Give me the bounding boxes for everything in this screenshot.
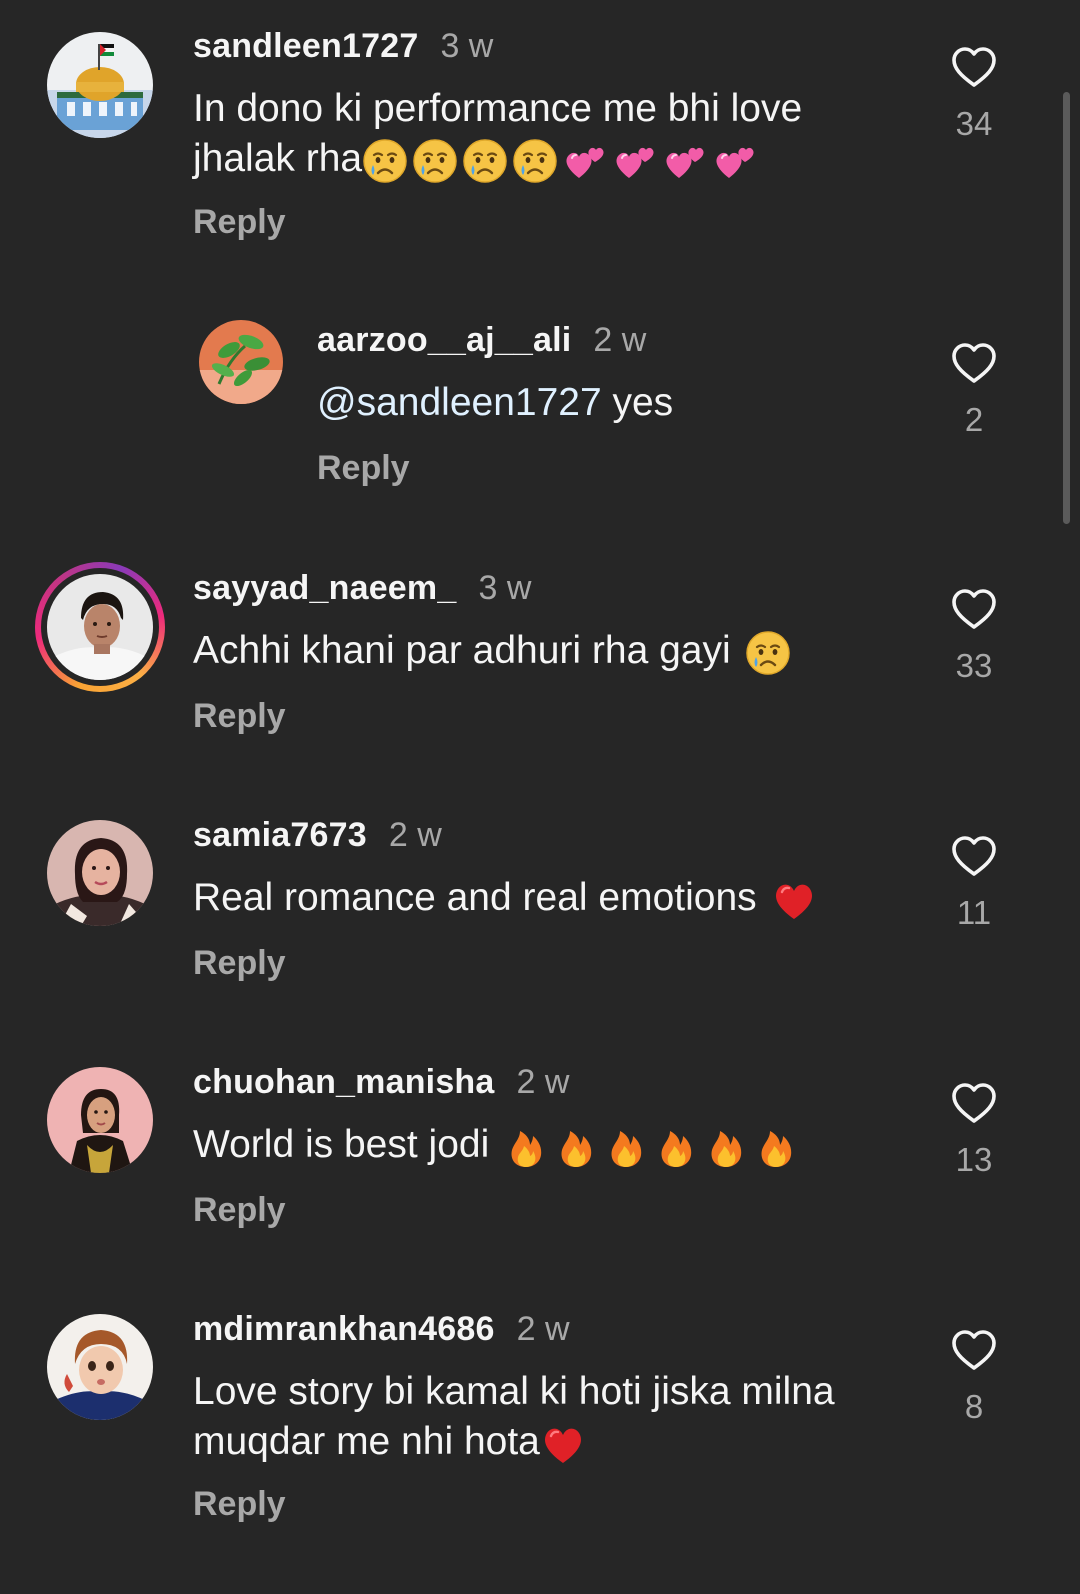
comment-text-segment: muqdar me nhi hota [193,1420,540,1463]
crying-face-icon [462,138,508,184]
crying-face-icon [412,138,458,184]
scrollbar[interactable] [1063,92,1070,524]
two-hearts-icon [712,138,758,184]
username[interactable]: sayyad_naeem_ [193,569,456,607]
reply-button[interactable]: Reply [193,202,286,242]
like-control: 2 [934,340,1014,440]
like-count: 33 [955,647,993,684]
comment-text-line: jhalak rha [193,134,802,184]
comment-text-segment: Real romance and real emotions [193,876,757,919]
two-hearts-icon [612,138,658,184]
reply-button[interactable]: Reply [193,1190,286,1230]
like-count: 34 [955,105,993,142]
comment-text-segment: jhalak rha [193,137,363,180]
comment-header: samia7673 2 w [193,815,442,855]
avatar[interactable] [47,820,153,926]
username[interactable]: chuohan_manisha [193,1063,495,1101]
comment-text-segment: World is best jodi [193,1123,490,1166]
fire-icon [703,1124,749,1170]
comment-header: sandleen1727 3 w [193,26,493,66]
comment-header: chuohan_manisha 2 w [193,1062,569,1102]
reply-button[interactable]: Reply [193,1484,286,1524]
like-count: 8 [964,1388,984,1425]
comment-text-line: Love story bi kamal ki hoti jiska milna [193,1370,835,1413]
fire-icon [603,1124,649,1170]
red-heart-icon [540,1421,586,1467]
timestamp: 3 w [440,27,494,65]
heart-outline-icon[interactable] [950,1327,998,1375]
heart-outline-icon[interactable] [950,1080,998,1128]
like-control: 34 [934,44,1014,144]
comment-header: mdimrankhan4686 2 w [193,1309,570,1349]
fire-icon [553,1124,599,1170]
comment-text: World is best jodi [193,1120,799,1170]
comment-text: Real romance and real emotions [193,873,817,923]
heart-outline-icon[interactable] [950,586,998,634]
comment-text: @sandleen1727 yes [317,378,673,428]
comment-text: In dono ki performance me bhi love jhala… [193,84,802,184]
comment-text-segment: yes [601,381,674,424]
fire-icon [753,1124,799,1170]
two-hearts-icon [662,138,708,184]
like-control: 8 [934,1327,1014,1427]
reply-button[interactable]: Reply [317,448,410,488]
timestamp: 3 w [478,569,532,607]
reply-button[interactable]: Reply [193,696,286,736]
comment-text: Love story bi kamal ki hoti jiska milna … [193,1367,835,1467]
comment-header: sayyad_naeem_ 3 w [193,568,531,608]
comment-text: Achhi khani par adhuri rha gayi [193,626,791,676]
username[interactable]: sandleen1727 [193,27,418,65]
comment-text-segment: Achhi khani par adhuri rha gayi [193,629,731,672]
avatar[interactable] [47,574,153,680]
avatar[interactable] [47,1067,153,1173]
timestamp: 2 w [593,321,647,359]
username[interactable]: samia7673 [193,816,367,854]
like-count: 11 [956,894,992,931]
comment-header: aarzoo__aj__ali 2 w [317,320,646,360]
like-count: 2 [964,401,984,438]
fire-icon [503,1124,549,1170]
username[interactable]: aarzoo__aj__ali [317,321,571,359]
like-count: 13 [955,1141,993,1178]
avatar[interactable] [47,1314,153,1420]
red-heart-icon [771,877,817,923]
comment-text-line: muqdar me nhi hota [193,1417,835,1467]
avatar[interactable] [47,32,153,138]
fire-icon [653,1124,699,1170]
comment-text-line: In dono ki performance me bhi love [193,87,803,130]
timestamp: 2 w [516,1063,570,1101]
avatar[interactable] [199,320,283,404]
crying-face-icon [512,138,558,184]
like-control: 11 [934,833,1014,933]
heart-outline-icon[interactable] [950,833,998,881]
crying-face-icon [362,138,408,184]
timestamp: 2 w [516,1310,570,1348]
two-hearts-icon [562,138,608,184]
heart-outline-icon[interactable] [950,44,998,92]
username[interactable]: mdimrankhan4686 [193,1310,495,1348]
like-control: 13 [934,1080,1014,1180]
timestamp: 2 w [388,816,442,854]
like-control: 33 [934,586,1014,686]
crying-face-icon [745,630,791,676]
heart-outline-icon[interactable] [950,340,998,388]
mention-link[interactable]: @sandleen1727 [317,381,602,424]
reply-button[interactable]: Reply [193,943,286,983]
